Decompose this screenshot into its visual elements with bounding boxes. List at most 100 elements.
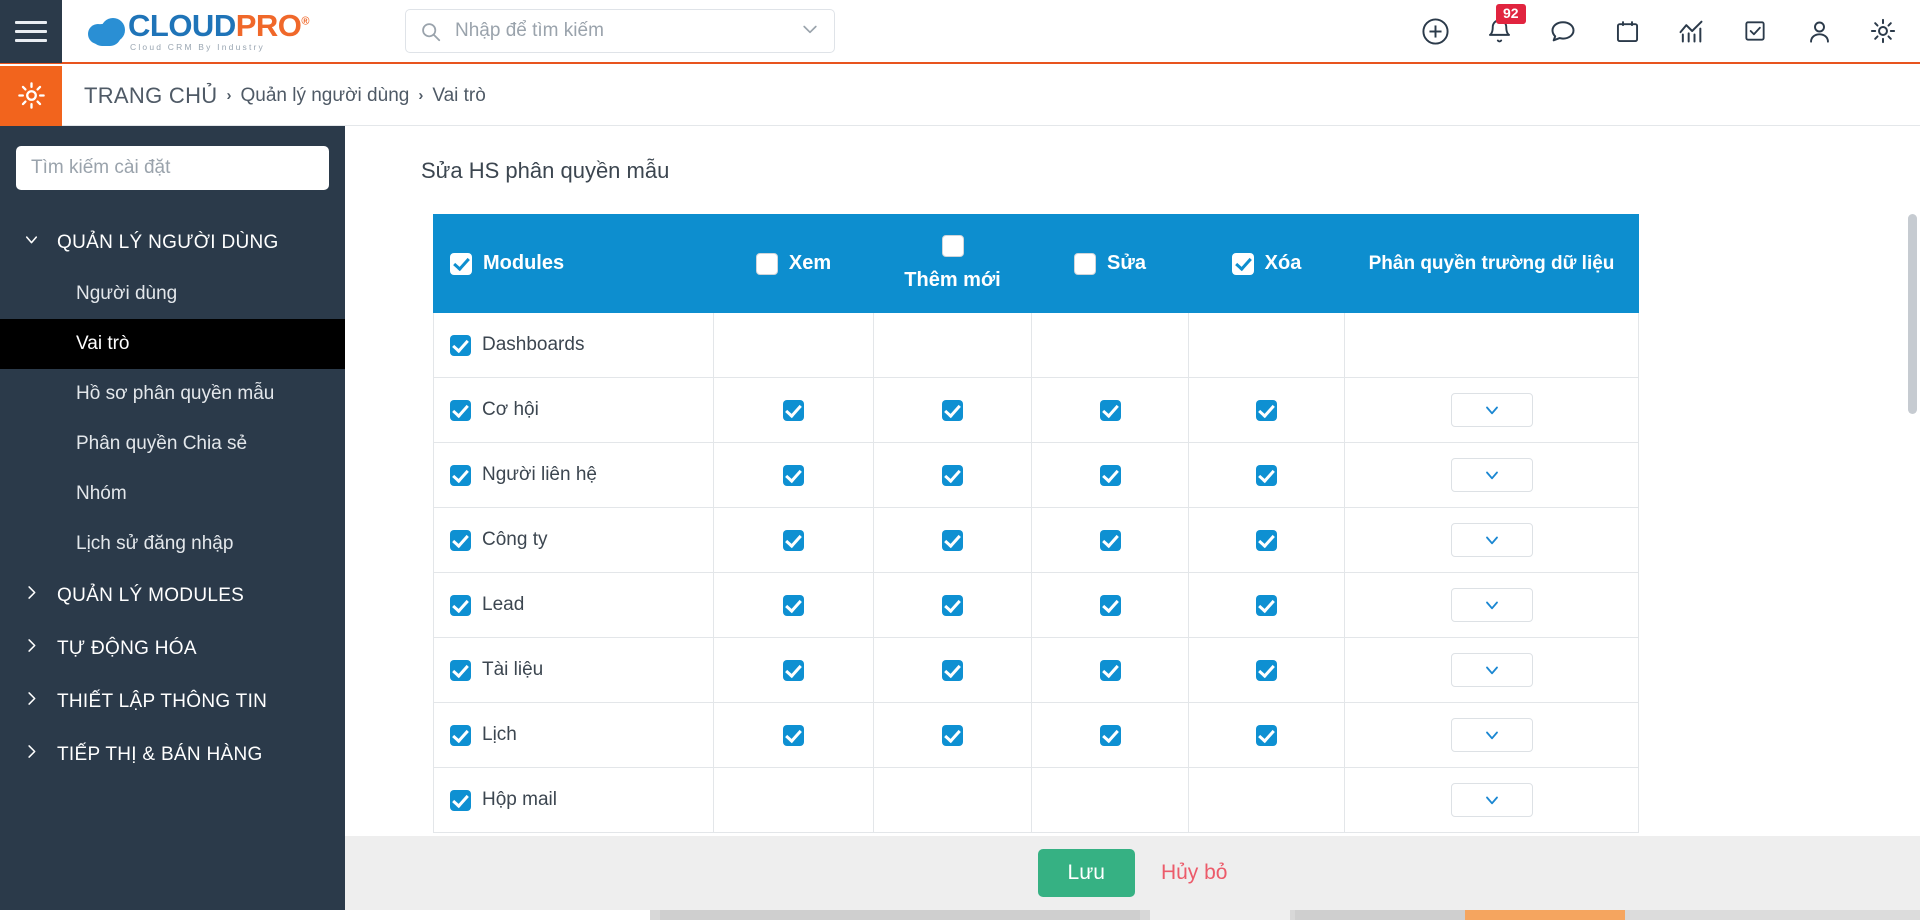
top-bar-icon-group: 92 [1420, 4, 1898, 46]
calendar-icon[interactable] [1612, 16, 1642, 46]
module-checkbox[interactable] [450, 594, 471, 616]
select-all-create-checkbox[interactable] [941, 234, 964, 257]
edit-permission-checkbox[interactable] [1099, 464, 1121, 486]
sidebar-group-marketing-sales[interactable]: TIẾP THỊ & BÁN HÀNG [0, 728, 345, 781]
cell-view-permission [713, 377, 874, 443]
create-permission-checkbox[interactable] [942, 594, 963, 616]
module-checkbox[interactable] [450, 529, 471, 551]
gear-icon[interactable] [1868, 16, 1898, 46]
table-header: Modules Xem Thêm mới Sửa Xóa Phân quyền … [433, 214, 1639, 313]
field-permission-dropdown-button[interactable] [1450, 393, 1533, 427]
field-permission-dropdown-button[interactable] [1450, 783, 1533, 817]
delete-permission-checkbox[interactable] [1256, 724, 1277, 746]
breadcrumb-item-roles[interactable]: Vai trò [432, 85, 486, 107]
settings-gear-button[interactable] [0, 65, 62, 126]
main-vertical-scrollbar[interactable] [1908, 126, 1917, 836]
cell-create-permission [873, 572, 1032, 638]
module-checkbox[interactable] [450, 659, 471, 681]
column-header-delete: Xóa [1188, 214, 1345, 313]
sidebar-item-login-history[interactable]: Lịch sử đăng nhập [0, 519, 345, 569]
sidebar-group-information-setup[interactable]: THIẾT LẬP THÔNG TIN [0, 675, 345, 728]
sidebar-item-groups[interactable]: Nhóm [0, 469, 345, 519]
delete-permission-checkbox[interactable] [1256, 399, 1277, 421]
edit-permission-checkbox[interactable] [1099, 659, 1121, 681]
breadcrumb-separator-icon: › [226, 87, 232, 104]
delete-permission-checkbox[interactable] [1256, 659, 1277, 681]
sidebar-item-sharing-permissions[interactable]: Phân quyền Chia sẻ [0, 419, 345, 469]
field-permission-dropdown-button[interactable] [1450, 458, 1533, 492]
cancel-button[interactable]: Hủy bỏ [1161, 861, 1228, 885]
field-permission-dropdown-button[interactable] [1450, 588, 1533, 622]
create-permission-checkbox[interactable] [942, 659, 963, 681]
delete-permission-checkbox[interactable] [1256, 464, 1277, 486]
sidebar-group-module-management[interactable]: QUẢN LÝ MODULES [0, 569, 345, 622]
create-permission-checkbox[interactable] [942, 399, 963, 421]
search-icon [420, 21, 441, 42]
select-all-modules-checkbox[interactable] [450, 252, 472, 275]
field-permission-dropdown-button[interactable] [1450, 523, 1533, 557]
view-permission-checkbox[interactable] [783, 464, 804, 486]
scrollbar-thumb[interactable] [1908, 214, 1917, 414]
sidebar-item-permission-profiles[interactable]: Hồ sơ phân quyền mẫu [0, 369, 345, 419]
view-permission-checkbox[interactable] [783, 529, 804, 551]
analytics-icon[interactable] [1676, 16, 1706, 46]
edit-permission-checkbox[interactable] [1099, 399, 1121, 421]
cell-module-name: Công ty [433, 507, 714, 573]
sidebar-group-label: TỰ ĐỘNG HÓA [57, 637, 197, 659]
logo-cloud-text: CLOUD [128, 8, 236, 43]
module-checkbox[interactable] [450, 399, 471, 421]
taskbar-segment [0, 910, 650, 920]
select-all-delete-checkbox[interactable] [1231, 252, 1254, 275]
sidebar-search-box[interactable] [16, 146, 329, 190]
delete-permission-checkbox[interactable] [1256, 529, 1277, 551]
create-permission-checkbox[interactable] [942, 529, 963, 551]
bell-icon[interactable]: 92 [1484, 4, 1526, 46]
cell-view-permission [713, 767, 874, 833]
global-search-input[interactable] [455, 20, 801, 42]
cell-delete-permission [1188, 702, 1345, 768]
field-permission-dropdown-button[interactable] [1450, 653, 1533, 687]
cell-edit-permission [1031, 442, 1189, 508]
edit-permission-checkbox[interactable] [1099, 594, 1121, 616]
chevron-down-icon[interactable] [800, 19, 820, 44]
edit-permission-checkbox[interactable] [1099, 724, 1121, 746]
cell-view-permission [713, 312, 874, 378]
create-permission-checkbox[interactable] [942, 724, 963, 746]
chevron-down-icon [1485, 601, 1498, 610]
sidebar-group-label: QUẢN LÝ NGƯỜI DÙNG [57, 231, 279, 253]
module-checkbox[interactable] [450, 724, 471, 746]
module-checkbox[interactable] [450, 789, 471, 811]
create-permission-checkbox[interactable] [942, 464, 963, 486]
module-checkbox[interactable] [450, 334, 471, 356]
save-button[interactable]: Lưu [1037, 849, 1135, 897]
select-all-view-checkbox[interactable] [755, 252, 778, 275]
chat-bubble-icon[interactable] [1548, 16, 1578, 46]
global-search-box[interactable] [405, 9, 836, 53]
sidebar-group-automation[interactable]: TỰ ĐỘNG HÓA [0, 622, 345, 675]
delete-permission-checkbox[interactable] [1256, 594, 1277, 616]
hamburger-menu-button[interactable] [0, 0, 62, 63]
task-check-icon[interactable] [1740, 16, 1770, 46]
sidebar-group-user-management[interactable]: QUẢN LÝ NGƯỜI DÙNG [0, 216, 345, 269]
view-permission-checkbox[interactable] [783, 659, 804, 681]
cell-edit-permission [1031, 637, 1189, 703]
breadcrumb-item-user-management[interactable]: Quản lý người dùng [240, 85, 409, 107]
app-logo[interactable]: CLOUDPRO® Cloud CRM By Industry [88, 10, 309, 52]
module-checkbox[interactable] [450, 464, 471, 486]
add-circle-icon[interactable] [1420, 16, 1450, 46]
edit-permission-checkbox[interactable] [1099, 529, 1121, 551]
view-permission-checkbox[interactable] [783, 399, 804, 421]
view-permission-checkbox[interactable] [783, 724, 804, 746]
sidebar-item-users[interactable]: Người dùng [0, 269, 345, 319]
cell-edit-permission [1031, 702, 1189, 768]
sidebar-search-input[interactable] [31, 157, 314, 179]
sidebar-navigation: QUẢN LÝ NGƯỜI DÙNG Người dùng Vai trò Hồ… [0, 216, 345, 781]
sidebar-item-roles[interactable]: Vai trò [0, 319, 345, 369]
breadcrumb-home[interactable]: TRANG CHỦ [84, 83, 217, 109]
column-header-label: Sửa [1107, 252, 1146, 274]
view-permission-checkbox[interactable] [783, 594, 804, 616]
table-row: Hộp mail [433, 767, 1639, 833]
user-icon[interactable] [1804, 16, 1834, 46]
field-permission-dropdown-button[interactable] [1450, 718, 1533, 752]
select-all-edit-checkbox[interactable] [1074, 252, 1097, 275]
